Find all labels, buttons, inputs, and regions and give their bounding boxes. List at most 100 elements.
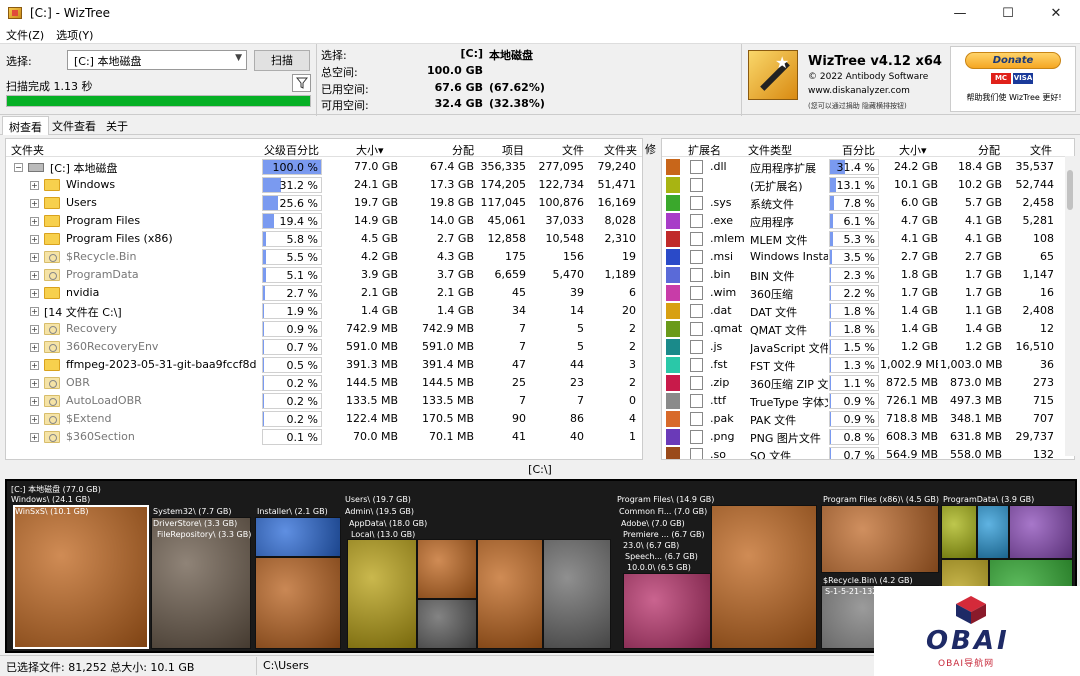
tree-row[interactable]: + ProgramData 5.1 % 3.9 GB 3.7 GB 6,659 5,470 1… xyxy=(6,266,642,284)
treemap-block-program-files[interactable] xyxy=(711,505,817,649)
donate-button[interactable]: Donate xyxy=(965,52,1061,69)
expand-toggle-icon[interactable]: + xyxy=(30,271,39,280)
scan-button[interactable]: 扫描 xyxy=(254,50,310,71)
tree-row[interactable]: + nvidia 2.7 % 2.1 GB 2.1 GB 45 39 6 xyxy=(6,284,642,302)
extension-row[interactable]: .wim 360压缩 2.2 % 1.7 GB 1.7 GB 16 xyxy=(662,284,1074,302)
minimize-button[interactable]: — xyxy=(936,0,984,26)
extension-row[interactable]: .js JavaScript 文件 1.5 % 1.2 GB 1.2 GB 16,510 xyxy=(662,338,1074,356)
col-size[interactable]: 大小▾ xyxy=(356,142,384,158)
extension-row[interactable]: .png PNG 图片文件 0.8 % 608.3 MB 631.8 MB 29,737 xyxy=(662,428,1074,446)
menu-file[interactable]: 文件(Z) xyxy=(0,27,50,43)
tree-row-folders: 19 xyxy=(622,250,636,263)
col-folders[interactable]: 文件夹 xyxy=(604,142,637,158)
treemap-block-local-d[interactable] xyxy=(477,539,543,649)
tree-row[interactable]: + OBR 0.2 % 144.5 MB 144.5 MB 25 23 2 xyxy=(6,374,642,392)
expand-toggle-icon[interactable]: + xyxy=(30,433,39,442)
treemap-block-program-files-x86[interactable] xyxy=(821,505,939,573)
treemap-block-programdata-c[interactable] xyxy=(1009,505,1073,559)
treemap-block-programdata-a[interactable] xyxy=(941,505,977,559)
col-folder[interactable]: 文件夹 xyxy=(11,142,44,158)
tree-row[interactable]: +360RecoveryEnv 0.7 % 591.0 MB 591.0 MB 7 5 2 xyxy=(6,338,642,356)
expand-toggle-icon[interactable]: − xyxy=(14,163,23,172)
col-files[interactable]: 文件 xyxy=(562,142,584,158)
extension-row[interactable]: .sys 系统文件 7.8 % 6.0 GB 5.7 GB 2,458 xyxy=(662,194,1074,212)
folder-icon xyxy=(44,269,60,281)
treemap-block-local-a[interactable] xyxy=(347,539,417,649)
tree-row[interactable]: + Recovery 0.9 % 742.9 MB 742.9 MB 7 5 2 xyxy=(6,320,642,338)
extension-row[interactable]: .fst FST 文件 1.3 % 1,002.9 MB 1,003.0 MB 36 xyxy=(662,356,1074,374)
tree-row[interactable]: − [C:] 本地磁盘 100.0 % 77.0 GB 67.4 GB 356,335 27… xyxy=(6,158,642,176)
extension-row[interactable]: .bin BIN 文件 2.3 % 1.8 GB 1.7 GB 1,147 xyxy=(662,266,1074,284)
treemap-block-installer[interactable] xyxy=(255,517,341,557)
tab-file-view[interactable]: 文件查看 xyxy=(46,116,102,135)
treemap-block-local-e[interactable] xyxy=(543,539,611,649)
tree-row[interactable]: + $Recycle.Bin 5.5 % 4.2 GB 4.3 GB 175 156 19 xyxy=(6,248,642,266)
extension-row[interactable]: .dat DAT 文件 1.8 % 1.4 GB 1.1 GB 2,408 xyxy=(662,302,1074,320)
expand-toggle-icon[interactable]: + xyxy=(30,379,39,388)
treemap-block-programdata-b[interactable] xyxy=(977,505,1009,559)
extension-row[interactable]: .dll 应用程序扩展 31.4 % 24.2 GB 18.4 GB 35,537 xyxy=(662,158,1074,176)
tree-row[interactable]: + Program Files 19.4 % 14.9 GB 14.0 GB 45,061… xyxy=(6,212,642,230)
logo-box[interactable]: WizTree v4.12 x64 © 2022 Antibody Softwa… xyxy=(748,46,944,112)
extension-row[interactable]: .mlem MLEM 文件 5.3 % 4.1 GB 4.1 GB 108 xyxy=(662,230,1074,248)
menu-options[interactable]: 选项(Y) xyxy=(50,27,99,43)
expand-toggle-icon[interactable]: + xyxy=(30,217,39,226)
expand-toggle-icon[interactable]: + xyxy=(30,325,39,334)
extension-row[interactable]: .ttf TrueType 字体文 0.9 % 726.1 MB 497.3 MB 715 xyxy=(662,392,1074,410)
treemap-block-local-c[interactable] xyxy=(417,599,477,649)
treemap-block-speech[interactable] xyxy=(623,573,711,649)
extension-row[interactable]: .msi Windows Installe 3.5 % 2.7 GB 2.7 GB 65 xyxy=(662,248,1074,266)
tree-row[interactable]: + [14 文件在 C:\] 1.9 % 1.4 GB 1.4 GB 34 14 20 xyxy=(6,302,642,320)
tree-row[interactable]: + $Extend 0.2 % 122.4 MB 170.5 MB 90 86 4 xyxy=(6,410,642,428)
col-extension[interactable]: 扩展名 xyxy=(688,142,721,158)
expand-toggle-icon[interactable]: + xyxy=(30,415,39,424)
expand-toggle-icon[interactable]: + xyxy=(30,289,39,298)
tree-row[interactable]: + $360Section 0.1 % 70.0 MB 70.1 MB 41 40 1 xyxy=(6,428,642,446)
col-ext-size[interactable]: 大小▾ xyxy=(899,142,927,158)
ext-scrollbar-thumb[interactable] xyxy=(1067,170,1073,210)
extension-row[interactable]: .pak PAK 文件 0.9 % 718.8 MB 348.1 MB 707 xyxy=(662,410,1074,428)
col-ext-allocated[interactable]: 分配 xyxy=(978,142,1000,158)
col-modified[interactable]: 修 xyxy=(645,141,656,157)
expand-toggle-icon[interactable]: + xyxy=(30,181,39,190)
tree-row[interactable]: + Windows 31.2 % 24.1 GB 17.3 GB 174,205 122,7… xyxy=(6,176,642,194)
expand-toggle-icon[interactable]: + xyxy=(30,343,39,352)
tree-row[interactable]: + Users 25.6 % 19.7 GB 19.8 GB 117,045 100,876… xyxy=(6,194,642,212)
donate-box[interactable]: Donate MC VISA 帮助我们使 WizTree 更好! xyxy=(950,46,1076,112)
col-allocated[interactable]: 分配 xyxy=(452,142,474,158)
expand-toggle-icon[interactable]: + xyxy=(30,307,39,316)
maximize-button[interactable]: ☐ xyxy=(984,0,1032,26)
extension-allocated: 4.1 GB xyxy=(964,232,1002,245)
col-ext-percent[interactable]: 百分比 xyxy=(842,142,875,158)
tab-about[interactable]: 关于 xyxy=(100,116,134,135)
expand-toggle-icon[interactable]: + xyxy=(30,199,39,208)
expand-toggle-icon[interactable]: + xyxy=(30,235,39,244)
filter-icon[interactable] xyxy=(292,74,311,92)
extension-row[interactable]: .exe 应用程序 6.1 % 4.7 GB 4.1 GB 5,281 xyxy=(662,212,1074,230)
expand-toggle-icon[interactable]: + xyxy=(30,361,39,370)
col-parent-percent[interactable]: 父级百分比 xyxy=(264,142,319,158)
ext-scrollbar[interactable] xyxy=(1065,156,1075,456)
parent-percent-text: 19.4 % xyxy=(279,215,318,228)
extension-type: QMAT 文件 xyxy=(750,324,808,337)
extension-row[interactable]: .so SO 文件 0.7 % 564.9 MB 558.0 MB 132 xyxy=(662,446,1074,459)
col-file-type[interactable]: 文件类型 xyxy=(748,142,792,158)
tree-row-files: 39 xyxy=(570,286,584,299)
close-button[interactable]: ✕ xyxy=(1032,0,1080,26)
expand-toggle-icon[interactable]: + xyxy=(30,253,39,262)
folder-tree-table[interactable]: 文件夹 父级百分比 大小▾ 分配 项目 文件 文件夹 − [C:] 本地磁盘 100… xyxy=(5,138,643,460)
extension-row[interactable]: .zip 360压缩 ZIP 文件 1.1 % 872.5 MB 873.0 MB 273 xyxy=(662,374,1074,392)
tree-row[interactable]: + ffmpeg-2023-05-31-git-baa9fccf8d-full_b… xyxy=(6,356,642,374)
extension-row[interactable]: .qmat QMAT 文件 1.8 % 1.4 GB 1.4 GB 12 xyxy=(662,320,1074,338)
tab-tree-view[interactable]: 树查看 xyxy=(2,116,49,135)
extension-table[interactable]: 扩展名 文件类型 百分比 大小▾ 分配 文件 .dll 应用程序扩展 31.4 % 2… xyxy=(661,138,1075,460)
treemap-block-windows-other[interactable] xyxy=(255,557,341,649)
extension-row[interactable]: (无扩展名) 13.1 % 10.1 GB 10.2 GB 52,744 xyxy=(662,176,1074,194)
treemap-block-local-b[interactable] xyxy=(417,539,477,599)
col-items[interactable]: 项目 xyxy=(502,142,524,158)
expand-toggle-icon[interactable]: + xyxy=(30,397,39,406)
tree-row[interactable]: + Program Files (x86) 5.8 % 4.5 GB 2.7 GB 12,… xyxy=(6,230,642,248)
col-ext-files[interactable]: 文件 xyxy=(1030,142,1052,158)
tree-row[interactable]: + AutoLoadOBR 0.2 % 133.5 MB 133.5 MB 7 7 0 xyxy=(6,392,642,410)
drive-select[interactable]: [C:] 本地磁盘 ▼ xyxy=(67,50,247,70)
